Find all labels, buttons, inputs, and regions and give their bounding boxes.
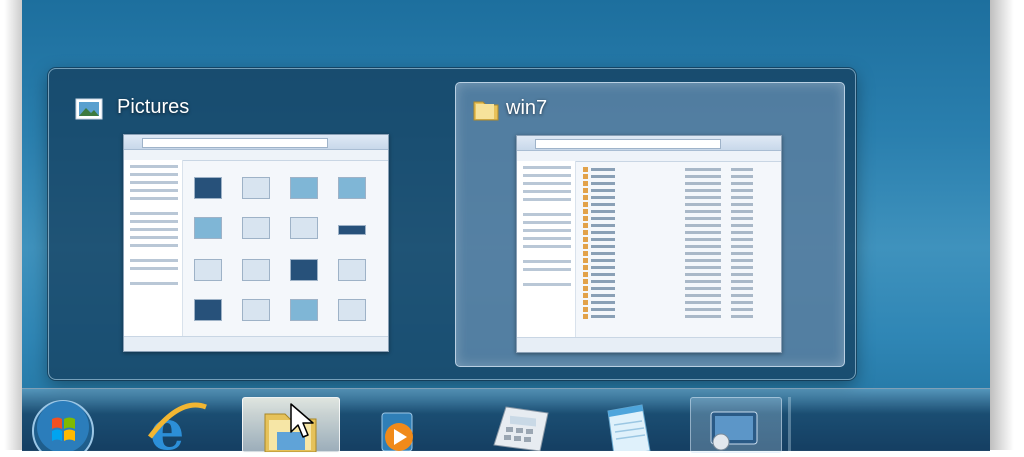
window-preview-title: win7 [506, 97, 548, 119]
calculator-icon [493, 406, 549, 452]
left-edge-shadow [0, 0, 22, 450]
notepad-icon [607, 404, 651, 456]
taskbar-windows-media-player[interactable] [362, 397, 434, 452]
pictures-library-icon [75, 98, 103, 120]
win7-window-thumbnail [516, 135, 782, 353]
taskbar-divider [788, 397, 791, 451]
taskbar-calculator[interactable] [484, 397, 556, 452]
taskbar-internet-explorer[interactable]: e [140, 397, 212, 457]
windows-media-player-icon [381, 412, 413, 452]
window-preview-pictures[interactable]: Pictures [59, 82, 447, 365]
window-preview-win7[interactable]: win7 [455, 82, 845, 367]
taskbar-thumbnail-preview-popup: Pictures win7 [48, 68, 856, 380]
internet-explorer-icon: e [148, 398, 207, 457]
taskbar: e [22, 388, 990, 457]
remote-desktop-icon [710, 411, 758, 451]
mouse-pointer-icon [290, 403, 314, 438]
right-edge-shadow [990, 0, 1024, 450]
window-preview-title: Pictures [117, 96, 190, 118]
folder-icon [473, 101, 499, 121]
taskbar-notepad[interactable] [588, 397, 660, 456]
pictures-window-thumbnail [123, 134, 389, 352]
taskbar-remote-desktop[interactable] [690, 397, 782, 453]
windows-start-orb-icon [32, 400, 94, 457]
start-button[interactable] [28, 397, 98, 457]
svg-text:e: e [150, 398, 184, 451]
